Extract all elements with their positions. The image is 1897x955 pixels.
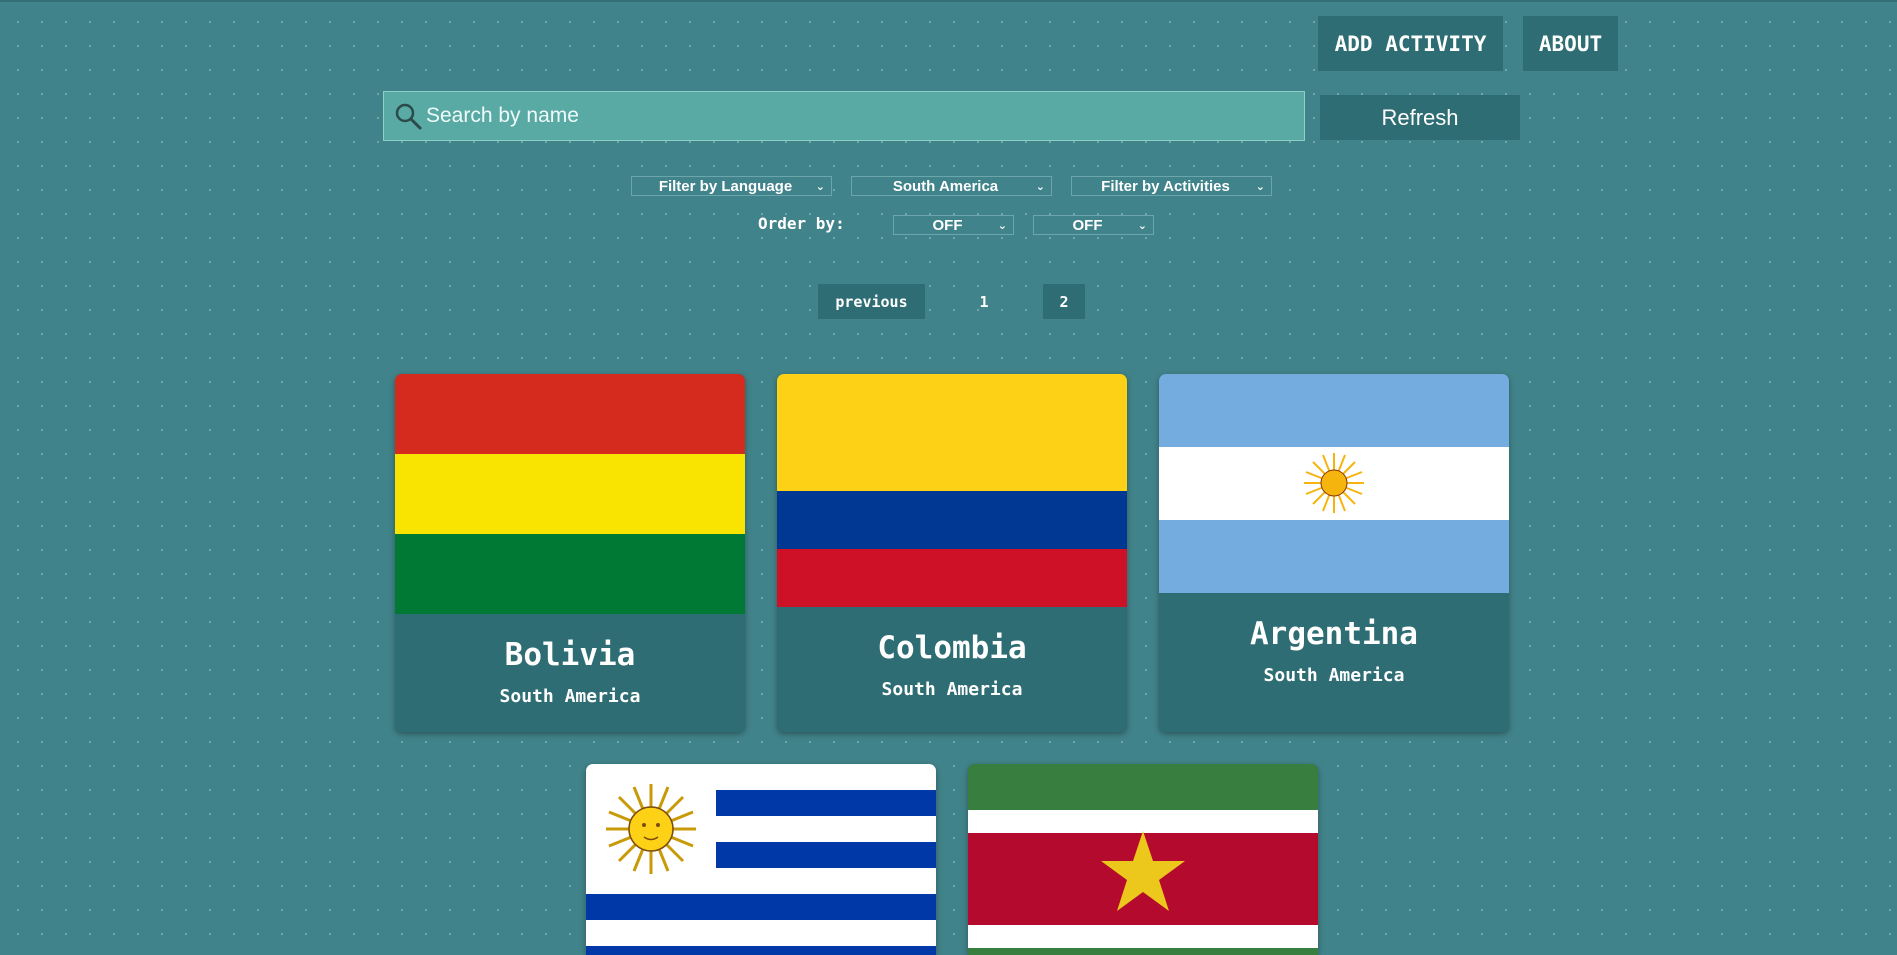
chevron-down-icon: ⌄ bbox=[815, 180, 825, 193]
order-by-label: Order by: bbox=[758, 214, 845, 233]
about-button[interactable]: ABOUT bbox=[1523, 16, 1618, 71]
top-border bbox=[0, 0, 1897, 2]
country-card-argentina[interactable]: Argentina South America bbox=[1159, 374, 1509, 732]
country-continent: South America bbox=[881, 679, 1023, 700]
chevron-down-icon: ⌄ bbox=[1255, 180, 1265, 193]
country-continent: South America bbox=[1263, 665, 1405, 686]
search-icon bbox=[395, 103, 422, 130]
colombia-flag bbox=[777, 374, 1127, 607]
filter-activities-value: Filter by Activities bbox=[1101, 177, 1230, 195]
add-activity-button[interactable]: ADD ACTIVITY bbox=[1318, 16, 1503, 71]
filter-continent-value: South America bbox=[892, 177, 999, 195]
search-input[interactable] bbox=[426, 92, 1286, 140]
chevron-down-icon: ⌄ bbox=[1137, 219, 1147, 232]
order-first-value: OFF bbox=[932, 216, 963, 234]
filter-activities-select[interactable]: Filter by Activities ⌄ bbox=[1071, 176, 1272, 196]
refresh-button[interactable]: Refresh bbox=[1320, 95, 1520, 140]
country-card-bolivia[interactable]: Bolivia South America bbox=[395, 374, 745, 732]
sun-of-may-icon bbox=[606, 784, 696, 874]
country-card-uruguay[interactable] bbox=[586, 764, 936, 955]
uruguay-flag bbox=[586, 764, 936, 955]
country-name: Argentina bbox=[1250, 616, 1418, 652]
order-population-select[interactable]: OFF ⌄ bbox=[1033, 215, 1154, 235]
page-1-button[interactable]: 1 bbox=[962, 284, 1006, 319]
country-continent: South America bbox=[499, 686, 641, 707]
previous-page-button[interactable]: previous bbox=[818, 284, 925, 319]
country-name: Colombia bbox=[877, 630, 1027, 666]
sun-of-may-icon bbox=[1304, 453, 1364, 513]
chevron-down-icon: ⌄ bbox=[997, 219, 1007, 232]
order-alphabetical-select[interactable]: OFF ⌄ bbox=[893, 215, 1014, 235]
page-2-button[interactable]: 2 bbox=[1043, 284, 1085, 319]
suriname-flag bbox=[968, 764, 1318, 955]
chevron-down-icon: ⌄ bbox=[1035, 180, 1045, 193]
filter-language-value: Filter by Language bbox=[658, 177, 793, 195]
country-card-colombia[interactable]: Colombia South America bbox=[777, 374, 1127, 732]
bolivia-flag bbox=[395, 374, 745, 614]
country-card-suriname[interactable] bbox=[968, 764, 1318, 955]
argentina-flag bbox=[1159, 374, 1509, 593]
filter-language-select[interactable]: Filter by Language ⌄ bbox=[631, 176, 832, 196]
country-name: Bolivia bbox=[504, 637, 636, 673]
search-bar bbox=[383, 91, 1305, 141]
order-second-value: OFF bbox=[1072, 216, 1103, 234]
filter-continent-select[interactable]: South America ⌄ bbox=[851, 176, 1052, 196]
